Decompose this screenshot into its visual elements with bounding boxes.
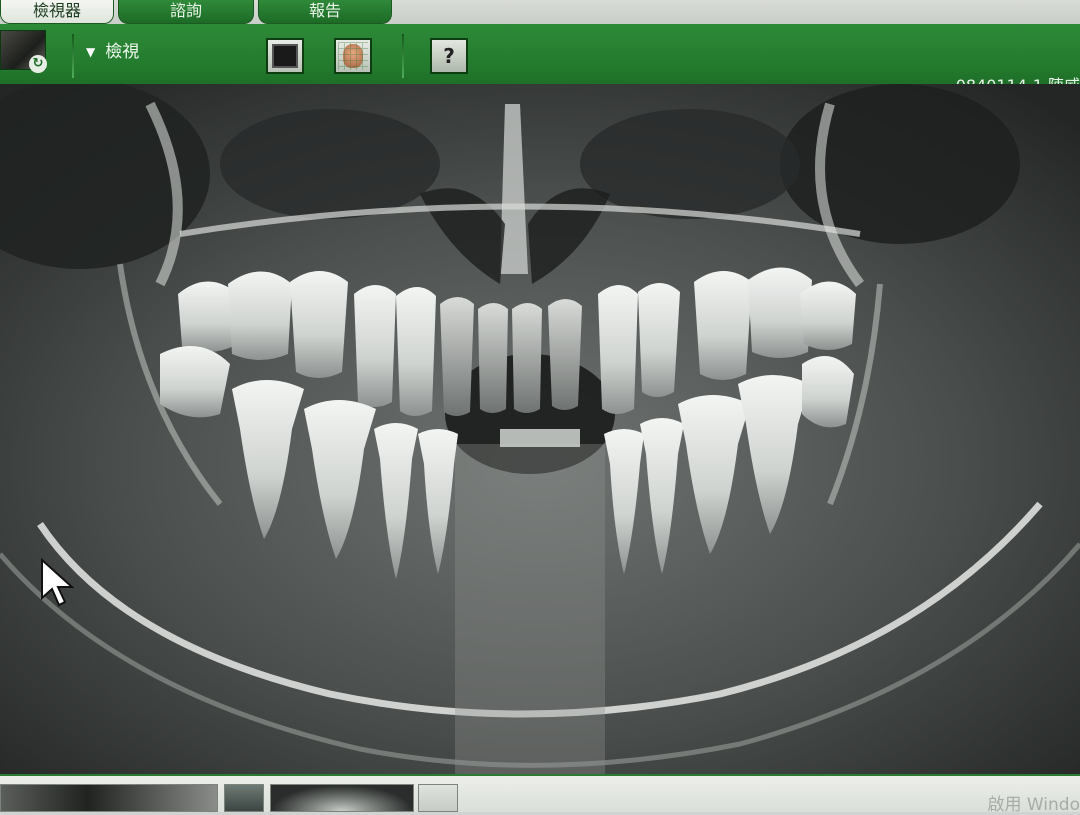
face-photo-button[interactable] xyxy=(334,38,372,74)
refresh-image-button[interactable]: ↻ xyxy=(0,30,47,73)
tab-viewer-label: 檢視器 xyxy=(32,1,81,20)
caret-down-icon: ▼ xyxy=(86,45,96,59)
thumbnail-panoramic[interactable] xyxy=(0,784,218,812)
windows-activation-watermark: 啟用 Windo xyxy=(987,795,1080,815)
refresh-icon: ↻ xyxy=(29,55,47,73)
toolbar-divider xyxy=(72,34,74,78)
help-button[interactable]: ? xyxy=(430,38,468,74)
grid-overlay xyxy=(338,42,368,70)
xray-viewer[interactable] xyxy=(0,84,1080,774)
tab-report[interactable]: 報告 xyxy=(258,0,392,24)
help-icon: ? xyxy=(443,44,455,68)
tab-report-label: 報告 xyxy=(308,1,341,20)
thumbnail-strip: 啟用 Windo xyxy=(0,774,1080,815)
toolbar-divider xyxy=(402,34,404,78)
image-frame-icon xyxy=(272,44,298,68)
tab-consult[interactable]: 諮詢 xyxy=(118,0,254,24)
tab-viewer[interactable]: 檢視器 xyxy=(0,0,114,24)
thumbnail-occlusal[interactable] xyxy=(270,784,414,812)
tab-consult-label: 諮詢 xyxy=(169,1,202,20)
mouse-cursor-icon xyxy=(41,558,75,607)
panoramic-xray-image xyxy=(0,84,1080,774)
thumbnail-blank[interactable] xyxy=(418,784,458,812)
tab-strip: 檢視器 諮詢 報告 xyxy=(0,0,1080,24)
image-frame-button[interactable] xyxy=(266,38,304,74)
thumbnail-small[interactable] xyxy=(224,784,264,812)
view-dropdown[interactable]: ▼ 檢視 xyxy=(86,38,139,66)
view-dropdown-label: 檢視 xyxy=(105,42,140,62)
